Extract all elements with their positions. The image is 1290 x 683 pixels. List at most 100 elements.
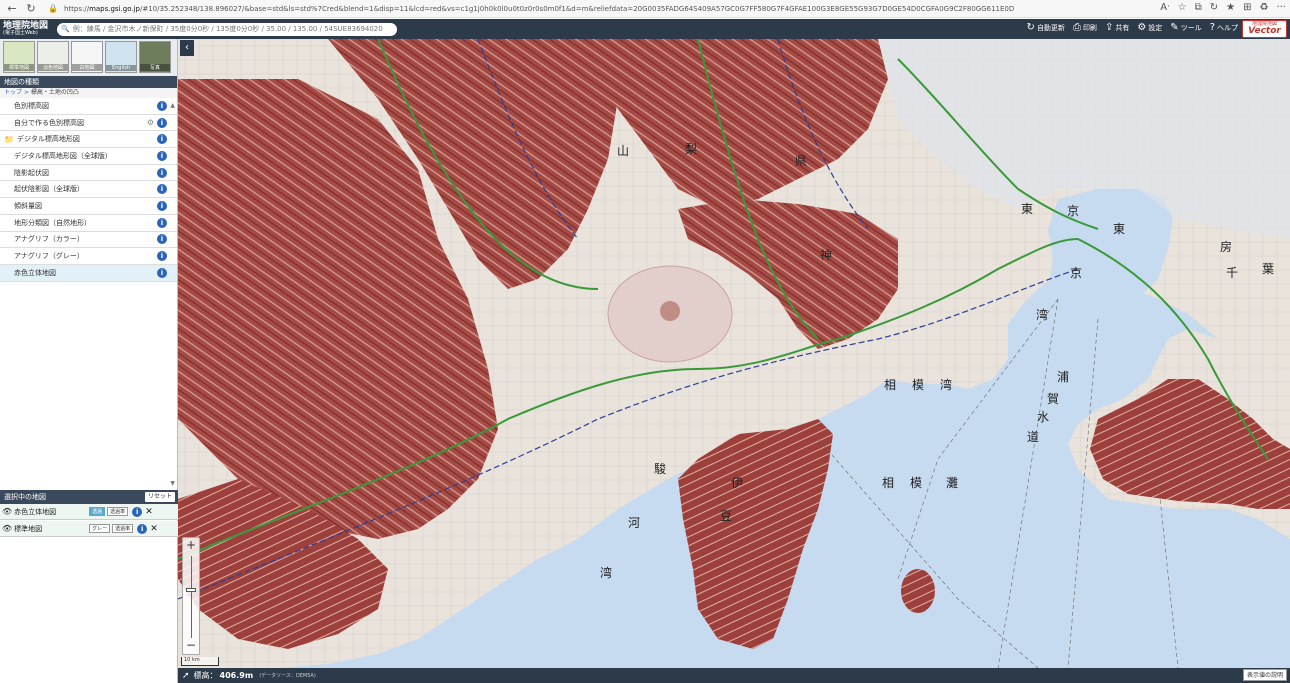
basemap-thumb-label: 写真 [140,64,170,71]
favorite-star-icon[interactable]: ☆ [1178,2,1187,13]
info-icon[interactable]: i [157,217,167,228]
split-screen-icon[interactable]: ⧉ [1195,2,1202,13]
map-place-label: 県 [795,154,808,168]
layer-item[interactable]: 陰影起伏図 i [0,165,177,182]
map-place-label: 伊 [731,476,744,490]
zoom-out-button[interactable]: − [183,638,199,652]
layer-item[interactable]: 色別標高図 i [0,98,177,115]
search-input[interactable] [72,25,393,33]
selected-layer-row[interactable]: 👁 標準地図 グレー 透過率 i ✕ [0,521,178,537]
tool-label: ヘルプ [1217,23,1238,32]
selected-maps-panel: 選択中の地図 リセット [0,490,178,504]
scroll-up-icon[interactable]: ▲ [170,102,175,109]
selected-layer-row[interactable]: 👁 赤色立体地図 透過 透過率 i ✕ [0,504,178,520]
back-icon[interactable]: ← [5,2,19,16]
info-icon[interactable]: i [157,134,167,145]
layer-folder[interactable]: 📁 デジタル標高地形図 i [0,131,177,149]
map-canvas[interactable]: 山梨県東京東房神京千湾葉相模湾浦賀水道相模灘駿伊河湾豆 [178,39,1290,668]
layer-item[interactable]: アナグリフ（グレー） i [0,248,177,265]
collapse-panel-button[interactable]: ‹ [180,40,194,56]
tool-icon: ⚙ [1137,22,1147,33]
map-place-label: 模 [912,378,925,392]
browser-toolbar: ← ↻ 🔒 https:// maps.gsi.go.jp /#10/35.25… [0,0,1290,18]
breadcrumb: トップ > 標高・土地の凹凸 [0,88,177,98]
header-tool-0[interactable]: ↻ 自動更新 [1027,22,1065,33]
layer-option-button[interactable]: 透過 [89,507,106,516]
layer-item[interactable]: デジタル標高地形図（全球版） i [0,148,177,165]
gear-icon[interactable]: ⚙ [147,118,154,127]
header-tool-5[interactable]: ? ヘルプ [1210,22,1238,33]
layer-item[interactable]: 地形分類図（自然地形） i [0,215,177,232]
layer-item[interactable]: アナグリフ（カラー） i [0,232,177,249]
layer-label: 地形分類図（自然地形） [14,218,91,227]
opacity-button[interactable]: 透過率 [107,507,129,516]
visibility-eye-icon[interactable]: 👁 [2,524,12,533]
extensions-icon[interactable]: ♻ [1259,2,1268,13]
map-place-label: 房 [1220,240,1233,254]
scroll-down-icon[interactable]: ▼ [170,480,175,487]
fuji-crater [660,301,680,321]
header-tool-1[interactable]: ⎙ 印刷 [1073,22,1097,33]
layer-item[interactable]: 傾斜量図 i [0,198,177,215]
layer-item[interactable]: 自分で作る色別標高図 ⚙ i [0,115,177,132]
layer-label: 起伏陰影図（全球版） [14,185,84,194]
map-place-label: 道 [1027,430,1040,444]
basemap-thumb-2[interactable]: 白地図 [71,41,103,73]
info-icon[interactable]: i [157,267,167,278]
reload-icon[interactable]: ↻ [24,2,38,16]
header-tool-2[interactable]: ⇪ 共有 [1105,22,1129,33]
search-box[interactable]: 🔍 [57,22,397,36]
arrow-icon[interactable]: ➚ [182,671,190,681]
info-icon[interactable]: i [157,234,167,245]
basemap-thumb-0[interactable]: 標準地図 [3,41,35,73]
legend-button[interactable]: 表示値の説明 [1242,669,1287,681]
info-icon[interactable]: i [157,167,167,178]
opacity-button[interactable]: 透過率 [112,524,134,533]
info-icon[interactable]: i [157,117,167,128]
elevation-label: 標高： [193,671,218,680]
basemap-thumb-3[interactable]: English [105,41,137,73]
map-types-title: 地図の種類 [0,76,177,88]
map-place-label: 水 [1037,410,1050,424]
layer-label: デジタル標高地形図 [16,135,80,144]
basemap-thumb-4[interactable]: 写真 [139,41,171,73]
visibility-eye-icon[interactable]: 👁 [2,507,12,516]
app-logo[interactable]: 地理院地図 (電子国土Web) [3,20,53,38]
zoom-in-button[interactable]: + [183,538,199,552]
map-place-label: 賀 [1047,392,1060,406]
info-icon[interactable]: i [137,523,148,534]
info-icon[interactable]: i [157,251,167,262]
basemap-thumb-label: 淡色地図 [38,64,68,71]
header-tool-4[interactable]: ✎ ツール [1170,22,1201,33]
close-icon[interactable]: ✕ [145,507,153,517]
layer-item[interactable]: 起伏陰影図（全球版） i [0,181,177,199]
breadcrumb-root[interactable]: トップ [4,89,22,96]
info-icon[interactable]: i [157,200,167,211]
address-bar[interactable]: 🔒 https:// maps.gsi.go.jp /#10/35.252348… [48,2,1048,15]
map-place-label: 湾 [600,566,613,580]
favorites-icon[interactable]: ★ [1226,2,1235,13]
map-place-label: 灘 [946,476,959,490]
info-icon[interactable]: i [132,506,143,517]
info-icon[interactable]: i [157,184,167,195]
vector-badge-label: Vector [1248,26,1281,36]
info-icon[interactable]: i [157,150,167,161]
read-aloud-icon[interactable]: Aᐧ [1160,2,1169,13]
zoom-track[interactable] [191,556,192,638]
zoom-handle[interactable] [186,588,196,592]
map-place-label: 模 [910,476,923,490]
layer-label: デジタル標高地形図（全球版） [14,151,112,160]
refresh-icon[interactable]: ↻ [1210,2,1218,13]
close-icon[interactable]: ✕ [150,524,158,534]
folder-icon: 📁 [4,134,14,144]
basemap-thumb-1[interactable]: 淡色地図 [37,41,69,73]
collections-icon[interactable]: ⊞ [1243,2,1251,13]
info-icon[interactable]: i [157,100,167,111]
header-tool-3[interactable]: ⚙ 設定 [1137,22,1162,33]
layer-item[interactable]: 赤色立体地図 i [0,264,177,282]
reset-button[interactable]: リセット [144,492,175,502]
more-menu-icon[interactable]: ··· [1276,2,1286,13]
layer-option-button[interactable]: グレー [89,524,111,533]
map-place-label: 浦 [1057,370,1070,384]
vector-badge[interactable]: 地理院地図 Vector [1242,20,1287,38]
